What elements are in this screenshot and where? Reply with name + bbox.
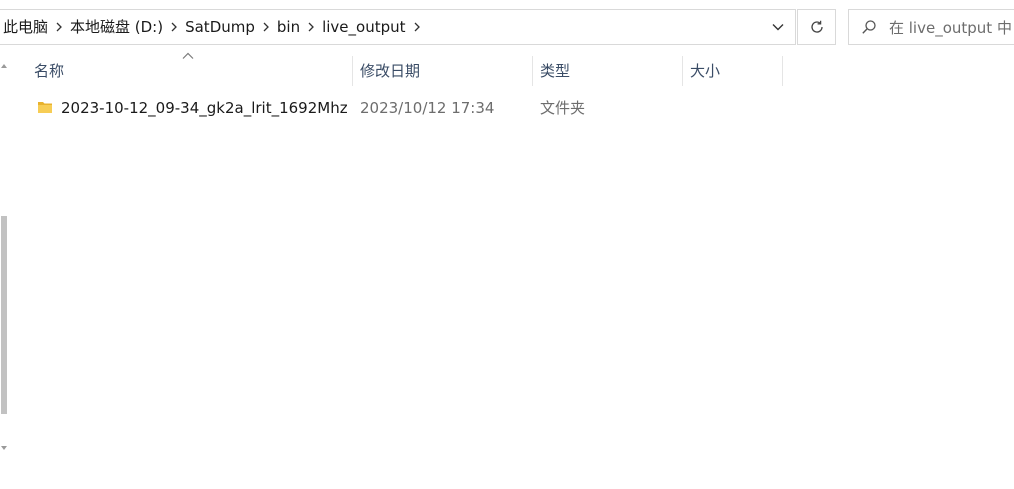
chevron-down-icon <box>772 24 784 31</box>
chevron-right-icon[interactable] <box>51 10 67 44</box>
column-divider[interactable] <box>532 56 533 86</box>
address-bar[interactable]: 此电脑 本地磁盘 (D:) SatDump bin live_output <box>0 9 796 45</box>
breadcrumb-local-disk[interactable]: 本地磁盘 (D:) <box>67 10 166 44</box>
chevron-right-icon[interactable] <box>303 10 319 44</box>
column-header-type[interactable]: 类型 <box>540 56 682 86</box>
scroll-up-icon[interactable] <box>0 62 8 70</box>
breadcrumb-satdump[interactable]: SatDump <box>182 10 258 44</box>
column-header-modified[interactable]: 修改日期 <box>360 56 532 86</box>
search-icon <box>849 10 889 44</box>
breadcrumb-bin[interactable]: bin <box>274 10 303 44</box>
column-header-name[interactable]: 名称 <box>34 56 352 86</box>
breadcrumb-this-pc[interactable]: 此电脑 <box>0 10 51 44</box>
chevron-right-icon[interactable] <box>166 10 182 44</box>
folder-icon <box>38 102 52 113</box>
chevron-right-icon[interactable] <box>409 10 425 44</box>
column-divider[interactable] <box>782 56 783 86</box>
column-header-size[interactable]: 大小 <box>690 56 782 86</box>
history-dropdown-button[interactable] <box>761 10 795 44</box>
file-modified-date: 2023/10/12 17:34 <box>360 99 495 117</box>
search-placeholder: 在 live_output 中 <box>889 18 1012 37</box>
refresh-button[interactable] <box>797 9 836 45</box>
column-divider[interactable] <box>682 56 683 86</box>
file-type: 文件夹 <box>540 99 586 117</box>
file-explorer: 此电脑 本地磁盘 (D:) SatDump bin live_output 在 … <box>0 0 1014 489</box>
scroll-down-icon[interactable] <box>0 444 8 452</box>
refresh-icon <box>810 20 823 33</box>
column-divider[interactable] <box>352 56 353 86</box>
breadcrumb: 此电脑 本地磁盘 (D:) SatDump bin live_output <box>0 10 761 44</box>
breadcrumb-live-output[interactable]: live_output <box>319 10 408 44</box>
navigation-pane-scrollbar[interactable] <box>0 56 8 461</box>
file-name: 2023-10-12_09-34_gk2a_lrit_1692Mhz <box>61 99 348 117</box>
chevron-right-icon[interactable] <box>258 10 274 44</box>
scrollbar-thumb[interactable] <box>1 216 7 414</box>
search-input[interactable]: 在 live_output 中 <box>848 9 1014 45</box>
list-item[interactable]: 2023-10-12_09-34_gk2a_lrit_1692Mhz 2023/… <box>28 93 788 123</box>
